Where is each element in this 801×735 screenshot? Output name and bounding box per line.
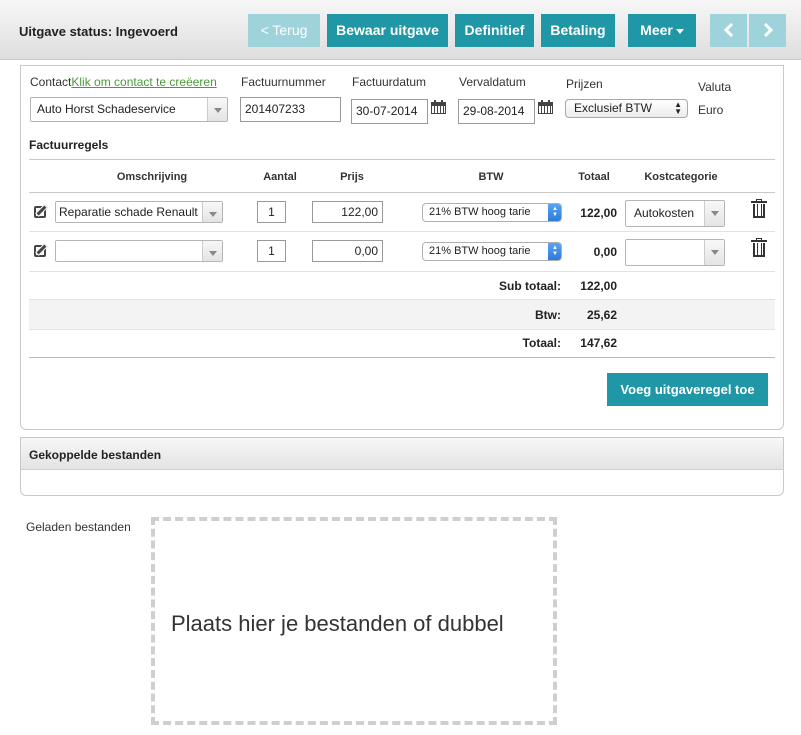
back-button[interactable]: < Terug (248, 14, 320, 47)
dropdown-arrow-icon (202, 202, 222, 222)
category-select[interactable]: Autokosten (625, 200, 725, 227)
chevron-right-icon (758, 22, 773, 38)
currency-value: Euro (698, 103, 724, 117)
contact-label: ContactKlik om contact te creëeren (30, 75, 217, 89)
vat-select[interactable]: 21% BTW hoog tarie ▲ ▼ (422, 242, 562, 261)
trash-icon[interactable] (751, 199, 767, 218)
caret-down-icon (675, 28, 684, 34)
invoice-date-label: Factuurdatum (352, 75, 427, 89)
invoice-number-label: Factuurnummer (241, 75, 326, 89)
dropdown-arrow-icon (704, 201, 724, 226)
header-category: Kostcategorie (644, 171, 718, 183)
next-button[interactable] (749, 14, 786, 47)
divider (29, 357, 775, 358)
price-input[interactable]: 0,00 (312, 240, 383, 262)
description-select[interactable]: Reparatie schade Renault (55, 201, 223, 223)
file-dropzone[interactable]: Plaats hier je bestanden of dubbel (151, 517, 557, 725)
invoice-number-input[interactable]: 201407233 (240, 97, 341, 122)
vat-select[interactable]: 21% BTW hoog tarie ▲ ▼ (422, 203, 562, 222)
divider (29, 159, 775, 160)
description-value: Reparatie schade Renault (59, 205, 198, 219)
vat-value: 25,62 (586, 308, 617, 322)
prices-label: Prijzen (566, 77, 603, 91)
vat-value: 21% BTW hoog tarie (429, 206, 531, 218)
currency-label: Valuta (698, 80, 732, 94)
quantity-input[interactable]: 1 (257, 201, 286, 223)
invoice-panel: ContactKlik om contact te creëeren Factu… (20, 65, 784, 430)
final-button[interactable]: Definitief (455, 14, 534, 47)
header-vat: BTW (478, 171, 504, 183)
add-expense-line-button[interactable]: Voeg uitgaveregel toe (607, 373, 768, 406)
divider (29, 192, 775, 193)
more-button[interactable]: Meer (628, 14, 696, 47)
previous-button[interactable] (710, 14, 747, 47)
header-quantity: Aantal (263, 171, 297, 183)
edit-icon[interactable] (34, 206, 46, 218)
total-value: 147,62 (580, 336, 617, 350)
expense-status: Uitgave status: Ingevoerd (19, 24, 178, 39)
vat-value: 21% BTW hoog tarie (429, 245, 531, 257)
subtotal-label: Sub totaal: (499, 279, 561, 293)
loaded-files-label: Geladen bestanden (26, 520, 131, 534)
divider (29, 271, 775, 272)
due-date-label: Vervaldatum (459, 75, 526, 89)
updown-arrows-icon: ▲ ▼ (548, 243, 561, 260)
top-toolbar: Uitgave status: Ingevoerd < Terug Bewaar… (0, 0, 801, 60)
dropzone-text: Plaats hier je bestanden of dubbel (171, 611, 504, 636)
category-value: Autokosten (634, 206, 695, 220)
dropdown-arrow-icon (202, 241, 222, 261)
header-price: Prijs (340, 171, 364, 183)
header-description: Omschrijving (116, 171, 188, 183)
divider (29, 231, 775, 232)
attached-files-header: Gekoppelde bestanden (21, 438, 783, 470)
updown-arrows-icon: ▲ ▼ (548, 204, 561, 221)
more-label: Meer (640, 22, 673, 38)
price-input[interactable]: 122,00 (312, 201, 383, 223)
contact-value: Auto Horst Schadeservice (37, 102, 176, 116)
updown-arrows-icon: ▲ ▼ (674, 100, 682, 116)
payment-button[interactable]: Betaling (541, 14, 615, 47)
chevron-left-icon (723, 22, 738, 38)
invoice-lines-title: Factuurregels (29, 138, 109, 152)
quantity-input[interactable]: 1 (257, 240, 286, 262)
vat-label: Btw: (535, 308, 561, 322)
calendar-icon[interactable] (431, 100, 446, 114)
trash-icon[interactable] (751, 238, 767, 257)
prices-select[interactable]: Exclusief BTW ▲ ▼ (565, 99, 688, 118)
prices-value: Exclusief BTW (574, 101, 653, 115)
line-total: 0,00 (593, 245, 617, 259)
header-total: Totaal (578, 171, 610, 183)
attached-files-panel: Gekoppelde bestanden (20, 437, 784, 496)
total-label: Totaal: (522, 336, 561, 350)
dropdown-arrow-icon (704, 240, 724, 265)
line-total: 122,00 (580, 206, 617, 220)
invoice-date-input[interactable]: 30-07-2014 (351, 99, 428, 124)
save-expense-button[interactable]: Bewaar uitgave (327, 14, 448, 47)
create-contact-link[interactable]: Klik om contact te creëeren (71, 75, 216, 89)
dropdown-arrow-icon (207, 98, 227, 121)
category-select[interactable] (625, 239, 725, 266)
contact-select[interactable]: Auto Horst Schadeservice (30, 97, 228, 122)
subtotal-value: 122,00 (580, 279, 617, 293)
calendar-icon[interactable] (538, 100, 553, 114)
description-select[interactable] (55, 240, 223, 262)
divider (29, 329, 775, 330)
vat-row (29, 300, 775, 329)
edit-icon[interactable] (34, 245, 46, 257)
attached-files-title: Gekoppelde bestanden (29, 448, 162, 462)
due-date-input[interactable]: 29-08-2014 (458, 99, 535, 124)
